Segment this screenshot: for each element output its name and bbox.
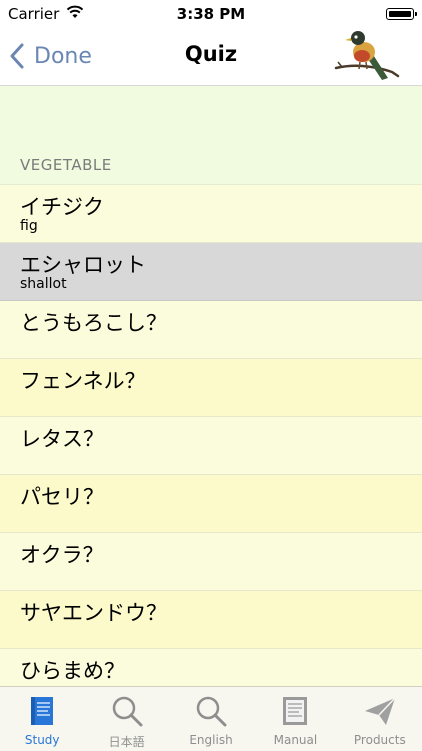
item-japanese: とうもろこし？ (20, 311, 167, 335)
tab-bar: Study 日本語 English Manual Products (0, 686, 422, 751)
list-item[interactable]: とうもろこし？ (0, 301, 422, 359)
tab-japanese[interactable]: 日本語 (84, 687, 168, 751)
item-japanese: フェンネル？ (20, 369, 146, 393)
list-item[interactable]: オクラ？ (0, 533, 422, 591)
search-icon (112, 696, 143, 727)
tab-english[interactable]: English (169, 687, 253, 751)
item-japanese: オクラ？ (20, 543, 104, 567)
list-item[interactable]: レタス？ (0, 417, 422, 475)
section-label: VEGETABLE (20, 156, 112, 174)
tab-label: Products (353, 733, 406, 747)
item-japanese: ひらまめ？ (20, 659, 125, 683)
bird-logo (334, 31, 400, 80)
item-japanese: エシャロット (20, 253, 146, 277)
list-item[interactable]: サヤエンドウ？ (0, 591, 422, 649)
search-icon (196, 696, 227, 727)
paper-plane-icon (364, 697, 396, 725)
item-japanese: レタス？ (20, 427, 104, 451)
tab-label: English (189, 733, 233, 747)
list-item[interactable]: パセリ？ (0, 475, 422, 533)
tab-manual[interactable]: Manual (253, 687, 337, 751)
tab-label: Study (24, 733, 60, 747)
tab-label: 日本語 (108, 735, 145, 749)
list-item[interactable]: エシャロット shallot (0, 243, 422, 301)
tab-label: Manual (273, 733, 318, 747)
quiz-header-area: VEGETABLE (0, 86, 422, 185)
list-item[interactable]: フェンネル？ (0, 359, 422, 417)
item-english: fig (20, 218, 38, 234)
study-book-icon (31, 697, 54, 725)
quiz-list: イチジク fig エシャロット shallot とうもろこし？ フェンネル？ レタス？ パセリ… (0, 185, 422, 707)
item-japanese: イチジク (20, 195, 104, 219)
item-english: shallot (20, 276, 67, 292)
item-japanese: パセリ？ (20, 485, 104, 509)
tab-study[interactable]: Study (0, 687, 84, 751)
list-item[interactable]: イチジク fig (0, 185, 422, 243)
tab-products[interactable]: Products (338, 687, 422, 751)
item-japanese: サヤエンドウ？ (20, 601, 167, 625)
manual-book-icon (283, 697, 308, 725)
navigation-bar: Done Quiz (0, 28, 422, 86)
